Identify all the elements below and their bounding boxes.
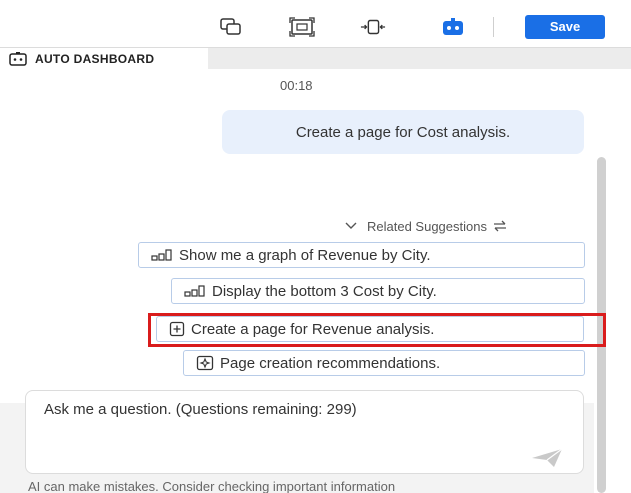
related-suggestions-header[interactable]: Related Suggestions (345, 218, 507, 234)
top-toolbar: Save (0, 0, 631, 47)
tab-label: AUTO DASHBOARD (35, 52, 155, 66)
suggestion-chip[interactable]: Show me a graph of Revenue by City. (138, 242, 585, 268)
send-icon[interactable] (530, 447, 564, 469)
ai-disclaimer: AI can make mistakes. Consider checking … (28, 479, 396, 493)
collapse-arrows-icon[interactable] (360, 16, 386, 38)
save-button[interactable]: Save (525, 15, 605, 39)
toolbar-divider (493, 17, 494, 37)
bar-chart-icon (184, 285, 206, 297)
suggestion-chip[interactable]: Page creation recommendations. (183, 350, 585, 376)
message-timestamp: 00:18 (280, 78, 313, 93)
suggestion-text: Display the bottom 3 Cost by City. (212, 282, 437, 300)
related-suggestions-label: Related Suggestions (367, 218, 487, 234)
question-input[interactable] (44, 401, 544, 441)
page-sparkle-icon (196, 355, 214, 371)
user-message-text: Create a page for Cost analysis. (295, 123, 511, 141)
suggestion-text: Page creation recommendations. (220, 354, 441, 372)
user-message-bubble: Create a page for Cost analysis. (222, 110, 584, 154)
tab-strip: AUTO DASHBOARD (0, 47, 631, 70)
tab-auto-dashboard[interactable]: AUTO DASHBOARD (0, 48, 208, 70)
ai-robot-icon[interactable] (440, 16, 466, 38)
dashboard-robot-icon (9, 52, 27, 66)
suggestion-text: Show me a graph of Revenue by City. (179, 246, 431, 264)
swap-refresh-icon[interactable] (493, 220, 507, 232)
fit-screen-icon[interactable] (289, 16, 315, 38)
highlight-box (148, 313, 606, 347)
bar-chart-icon (151, 249, 173, 261)
copy-layers-icon[interactable] (218, 16, 244, 38)
suggestion-chip[interactable]: Display the bottom 3 Cost by City. (171, 278, 585, 304)
question-composer (25, 390, 584, 474)
chevron-down-icon (345, 222, 357, 229)
